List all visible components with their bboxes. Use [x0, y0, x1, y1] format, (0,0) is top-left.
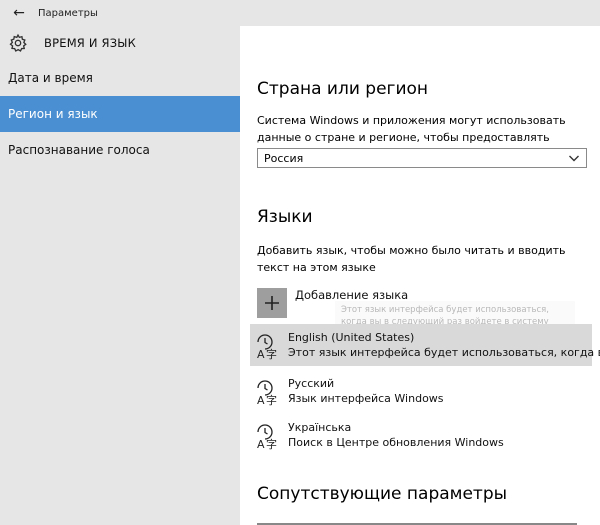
section-header: ВРЕМЯ И ЯЗЫК — [0, 26, 240, 60]
window-title: Параметры — [38, 7, 98, 19]
svg-text:A: A — [257, 348, 265, 360]
language-icon: A 字 — [257, 380, 277, 406]
sidebar-item-speech[interactable]: Распознавание голоса — [0, 132, 240, 168]
arrow-left-icon: ← — [13, 5, 25, 21]
svg-text:A: A — [257, 438, 265, 450]
language-name: Русский — [288, 377, 335, 390]
sidebar: Дата и время Регион и язык Распознавание… — [0, 60, 240, 525]
language-name: Українська — [288, 421, 352, 434]
language-item-ukrainian[interactable]: A 字 Українська Поиск в Центре обновления… — [250, 414, 592, 456]
svg-text:字: 字 — [266, 393, 277, 406]
gear-icon — [9, 33, 27, 52]
content-top-area — [240, 26, 600, 60]
region-heading: Страна или регион — [257, 79, 429, 99]
language-subtitle: Поиск в Центре обновления Windows — [288, 436, 504, 449]
chevron-down-icon — [569, 155, 579, 162]
plus-icon — [257, 288, 287, 318]
related-settings-heading: Сопутствующие параметры — [257, 484, 508, 504]
language-name: English (United States) — [288, 331, 415, 344]
language-subtitle: Язык интерфейса Windows — [288, 392, 444, 405]
title-bar: ← Параметры — [0, 0, 600, 26]
svg-text:字: 字 — [266, 437, 277, 450]
country-value: Россия — [264, 151, 304, 165]
sidebar-item-label: Регион и язык — [8, 107, 98, 121]
sidebar-item-region-language[interactable]: Регион и язык — [0, 96, 240, 132]
main-content: Страна или регион Система Windows и прил… — [240, 60, 600, 525]
language-icon: A 字 — [257, 424, 277, 450]
section-title: ВРЕМЯ И ЯЗЫК — [44, 36, 136, 50]
language-item-russian[interactable]: A 字 Русский Язык интерфейса Windows — [250, 370, 592, 412]
add-language-label: Добавление языка — [295, 288, 409, 302]
cut-off-link — [257, 521, 587, 525]
language-item-english[interactable]: A 字 English (United States) Этот язык ин… — [250, 324, 600, 366]
languages-heading: Языки — [257, 207, 313, 227]
language-subtitle: Этот язык интерфейса будет использоватьс… — [288, 346, 600, 359]
country-dropdown[interactable]: Россия — [257, 148, 587, 168]
sidebar-item-label: Распознавание голоса — [8, 143, 150, 157]
sidebar-item-label: Дата и время — [8, 71, 93, 85]
back-button[interactable]: ← — [0, 0, 38, 26]
sidebar-item-date-time[interactable]: Дата и время — [0, 60, 240, 96]
svg-text:字: 字 — [266, 347, 277, 360]
svg-text:A: A — [257, 394, 265, 406]
languages-description: Добавить язык, чтобы можно было читать и… — [257, 244, 566, 274]
language-icon: A 字 — [257, 334, 277, 360]
